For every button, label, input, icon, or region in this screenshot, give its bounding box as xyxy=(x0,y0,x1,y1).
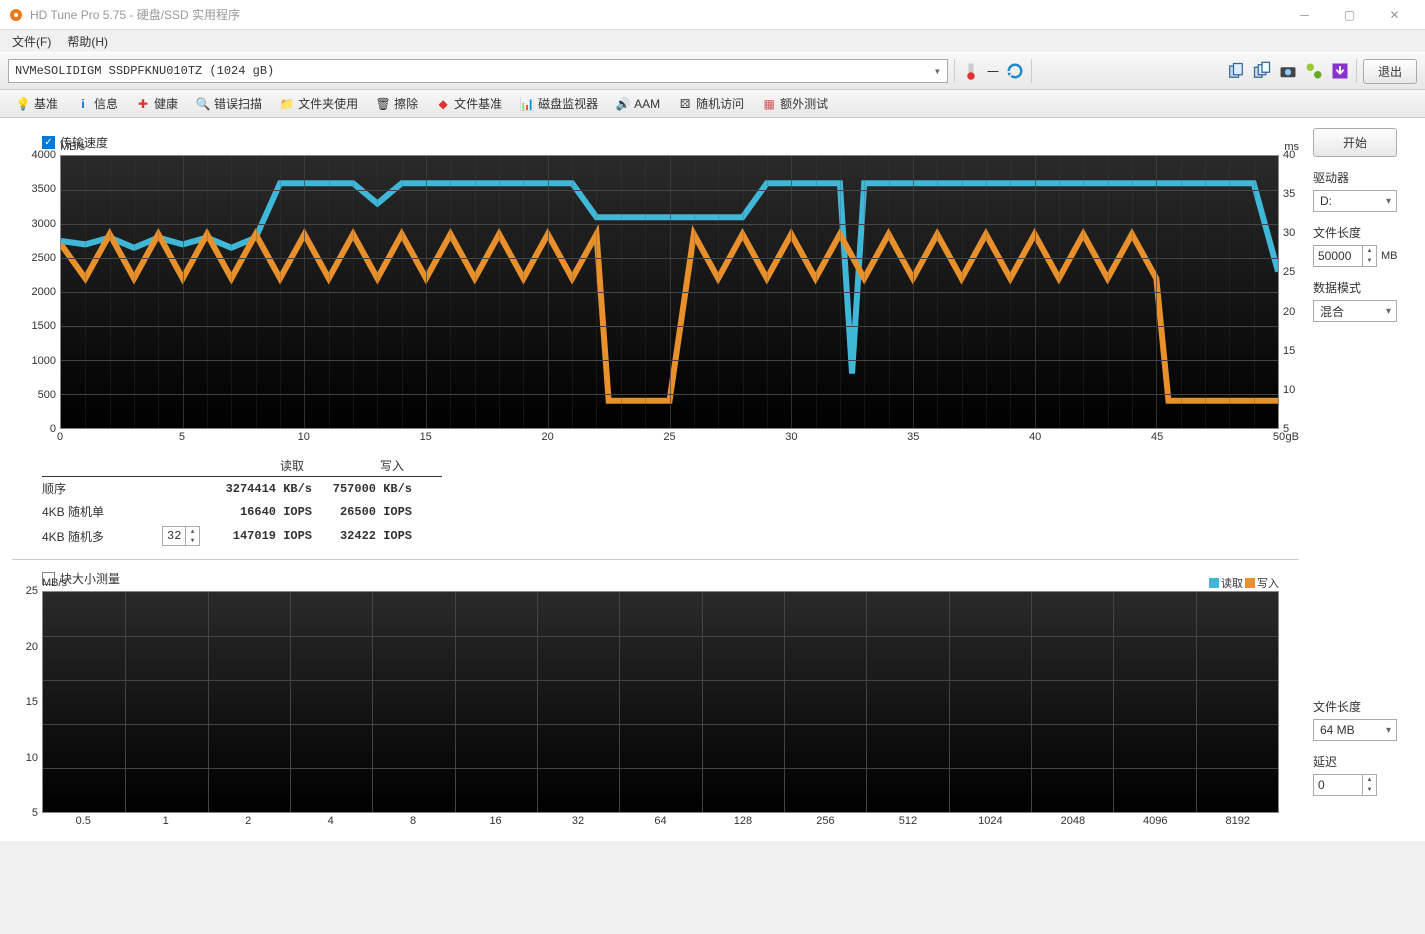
chevron-up-icon[interactable]: ▲ xyxy=(1363,775,1376,785)
filelen2-label: 文件长度 xyxy=(1313,698,1413,715)
drive-selector-value: NVMeSOLIDIGM SSDPFKNU010TZ (1024 gB) xyxy=(15,64,274,78)
close-button[interactable]: ✕ xyxy=(1372,1,1417,29)
results-table: 读取 写入 顺序 3274414 KB/s 757000 KB/s 4KB 随机… xyxy=(42,455,442,549)
tab-errorscan[interactable]: 🔍错误扫描 xyxy=(188,92,270,115)
extra-icon: ▦ xyxy=(762,97,776,111)
side-panel: 开始 驱动器 D: 文件长度 50000 ▲▼ MB 数据模式 混合 文件长度 … xyxy=(1313,128,1413,831)
delay-stepper[interactable]: 0 ▲▼ xyxy=(1313,774,1377,796)
menubar: 文件(F) 帮助(H) xyxy=(0,30,1425,52)
menu-file[interactable]: 文件(F) xyxy=(6,31,57,52)
chart-plot-area xyxy=(60,155,1279,429)
tab-erase[interactable]: 🗑擦除 xyxy=(368,92,426,115)
drive-select[interactable]: D: xyxy=(1313,190,1397,212)
titlebar: HD Tune Pro 5.75 - 硬盘/SSD 实用程序 ─ ▢ ✕ xyxy=(0,0,1425,30)
hdr-read: 读取 xyxy=(242,457,342,474)
table-row: 4KB 随机单 16640 IOPS 26500 IOPS xyxy=(42,500,442,523)
chart2-legend: 读取 写入 xyxy=(1209,575,1279,591)
x-axis-unit: gB xyxy=(1286,431,1299,443)
app-icon xyxy=(8,7,24,23)
checkbox-transfer[interactable]: ✓ xyxy=(42,136,55,149)
hdr-write: 写入 xyxy=(342,457,442,474)
chart-transfer: 40003500300025002000150010005000 4035302… xyxy=(30,155,1299,429)
chevron-up-icon[interactable]: ▲ xyxy=(1363,246,1376,256)
minimize-button[interactable]: ─ xyxy=(1282,1,1327,29)
tab-info[interactable]: i信息 xyxy=(68,92,126,115)
chart-icon: 📊 xyxy=(520,97,534,111)
temperature-icon[interactable] xyxy=(961,61,981,81)
y-axis2: 252015105 xyxy=(24,591,40,813)
exit-button[interactable]: 退出 xyxy=(1363,59,1417,84)
threads-stepper[interactable]: 32 ▲▼ xyxy=(162,526,200,546)
chevron-down-icon[interactable]: ▼ xyxy=(1363,785,1376,795)
folder-icon: 📁 xyxy=(280,97,294,111)
window-title: HD Tune Pro 5.75 - 硬盘/SSD 实用程序 xyxy=(30,6,1282,23)
save-icon[interactable] xyxy=(1330,61,1350,81)
file-icon: ◆ xyxy=(436,97,450,111)
chart2-plot-area xyxy=(42,591,1279,813)
y-axis-left-unit: MB/s xyxy=(60,141,85,153)
filelen2-select[interactable]: 64 MB xyxy=(1313,719,1397,741)
pattern-select[interactable]: 混合 xyxy=(1313,300,1397,322)
speaker-icon: 🔊 xyxy=(616,97,630,111)
pattern-label: 数据模式 xyxy=(1313,279,1413,296)
checkbox-blocksize-label: 块大小测量 xyxy=(60,570,120,587)
trash-icon: 🗑 xyxy=(376,97,390,111)
maximize-button[interactable]: ▢ xyxy=(1327,1,1372,29)
search-icon: 🔍 xyxy=(196,97,210,111)
drive-label: 驱动器 xyxy=(1313,169,1413,186)
tab-aam[interactable]: 🔊AAM xyxy=(608,94,668,114)
x-axis2: 0.512481632641282565121024204840968192 xyxy=(42,815,1279,831)
tabs: 💡基准 i信息 ✚健康 🔍错误扫描 📁文件夹使用 🗑擦除 ◆文件基准 📊磁盘监视… xyxy=(0,90,1425,118)
refresh-icon[interactable] xyxy=(1005,61,1025,81)
menu-help[interactable]: 帮助(H) xyxy=(61,31,114,52)
lightbulb-icon: 💡 xyxy=(16,97,30,111)
table-row: 4KB 随机多 32 ▲▼ 147019 IOPS 32422 IOPS xyxy=(42,523,442,549)
tab-extra[interactable]: ▦额外测试 xyxy=(754,92,836,115)
x-axis: gB 05101520253035404550 xyxy=(60,431,1279,447)
y-axis-left: 40003500300025002000150010005000 xyxy=(30,155,58,429)
tab-health[interactable]: ✚健康 xyxy=(128,92,186,115)
filelen-stepper[interactable]: 50000 ▲▼ xyxy=(1313,245,1377,267)
tab-monitor[interactable]: 📊磁盘监视器 xyxy=(512,92,606,115)
screenshot-icon[interactable] xyxy=(1278,61,1298,81)
filelen-label: 文件长度 xyxy=(1313,224,1413,241)
chevron-down-icon[interactable]: ▼ xyxy=(1363,256,1376,266)
copy-all-icon[interactable] xyxy=(1252,61,1272,81)
drive-selector[interactable]: NVMeSOLIDIGM SSDPFKNU010TZ (1024 gB) xyxy=(8,59,948,83)
table-row: 顺序 3274414 KB/s 757000 KB/s xyxy=(42,477,442,500)
tab-folder[interactable]: 📁文件夹使用 xyxy=(272,92,366,115)
toolbar: NVMeSOLIDIGM SSDPFKNU010TZ (1024 gB) 一 退… xyxy=(0,52,1425,90)
temp-dash: 一 xyxy=(987,63,999,80)
info-icon: i xyxy=(76,97,90,111)
tab-benchmark[interactable]: 💡基准 xyxy=(8,92,66,115)
chevron-down-icon[interactable]: ▼ xyxy=(186,536,199,545)
health-icon: ✚ xyxy=(136,97,150,111)
tab-random[interactable]: ⚄随机访问 xyxy=(670,92,752,115)
random-icon: ⚄ xyxy=(678,97,692,111)
start-button[interactable]: 开始 xyxy=(1313,128,1397,157)
settings-icon[interactable] xyxy=(1304,61,1324,81)
copy-icon[interactable] xyxy=(1226,61,1246,81)
y-axis2-unit: MB/s xyxy=(42,577,67,589)
y-axis-right: 403530252015105 xyxy=(1281,155,1299,429)
chevron-up-icon[interactable]: ▲ xyxy=(186,527,199,536)
tab-file-benchmark[interactable]: ◆文件基准 xyxy=(428,92,510,115)
delay-label: 延迟 xyxy=(1313,753,1413,770)
